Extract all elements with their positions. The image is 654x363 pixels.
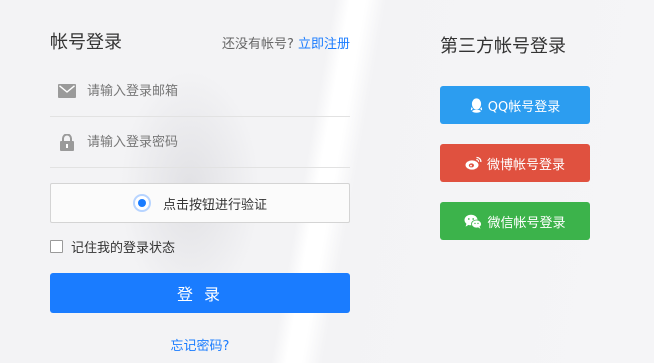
no-account-text: 还没有帐号? — [221, 37, 294, 52]
email-input[interactable] — [85, 82, 329, 100]
forgot-password-link[interactable]: 忘记密码? — [50, 335, 350, 354]
verify-radio-dot — [137, 199, 146, 207]
account-login-title: 帐号登录 — [50, 32, 122, 53]
login-button[interactable]: 登 录 — [50, 273, 350, 313]
email-field-row — [50, 66, 350, 117]
lock-icon — [50, 133, 84, 151]
verify-button[interactable]: 点击按钮进行验证 — [50, 183, 350, 223]
password-input[interactable] — [85, 133, 329, 151]
third-party-login-panel: 第三方帐号登录 QQ帐号登录 微博帐号登录 微信帐号登录 — [440, 32, 590, 240]
password-field-row — [50, 117, 350, 168]
verify-label: 点击按钮进行验证 — [162, 197, 267, 213]
mail-icon — [50, 84, 84, 98]
wechat-icon — [464, 214, 483, 229]
register-link[interactable]: 立即注册 — [298, 37, 350, 52]
qq-login-button[interactable]: QQ帐号登录 — [440, 86, 590, 124]
login-page: 帐号登录 还没有帐号? 立即注册 请输入登录邮箱 点击按钮进行验证 记住我的登录… — [0, 0, 654, 363]
weibo-login-label: 微博帐号登录 — [486, 157, 565, 173]
remember-me-checkbox[interactable] — [50, 240, 63, 253]
account-login-panel: 帐号登录 还没有帐号? 立即注册 请输入登录邮箱 点击按钮进行验证 记住我的登录… — [50, 28, 350, 354]
wechat-login-label: 微信帐号登录 — [487, 215, 566, 231]
account-login-header: 帐号登录 还没有帐号? 立即注册 — [50, 28, 350, 58]
remember-me-label: 记住我的登录状态 — [71, 241, 176, 256]
weibo-login-button[interactable]: 微博帐号登录 — [440, 144, 590, 182]
weibo-icon — [465, 156, 482, 170]
wechat-login-button[interactable]: 微信帐号登录 — [440, 202, 590, 240]
remember-me-row: 记住我的登录状态 — [50, 237, 350, 256]
third-party-title: 第三方帐号登录 — [440, 36, 566, 57]
verify-radio-icon — [132, 194, 151, 212]
qq-login-label: QQ帐号登录 — [487, 99, 561, 115]
qq-icon — [470, 97, 483, 113]
register-prompt: 还没有帐号? 立即注册 — [222, 33, 350, 52]
